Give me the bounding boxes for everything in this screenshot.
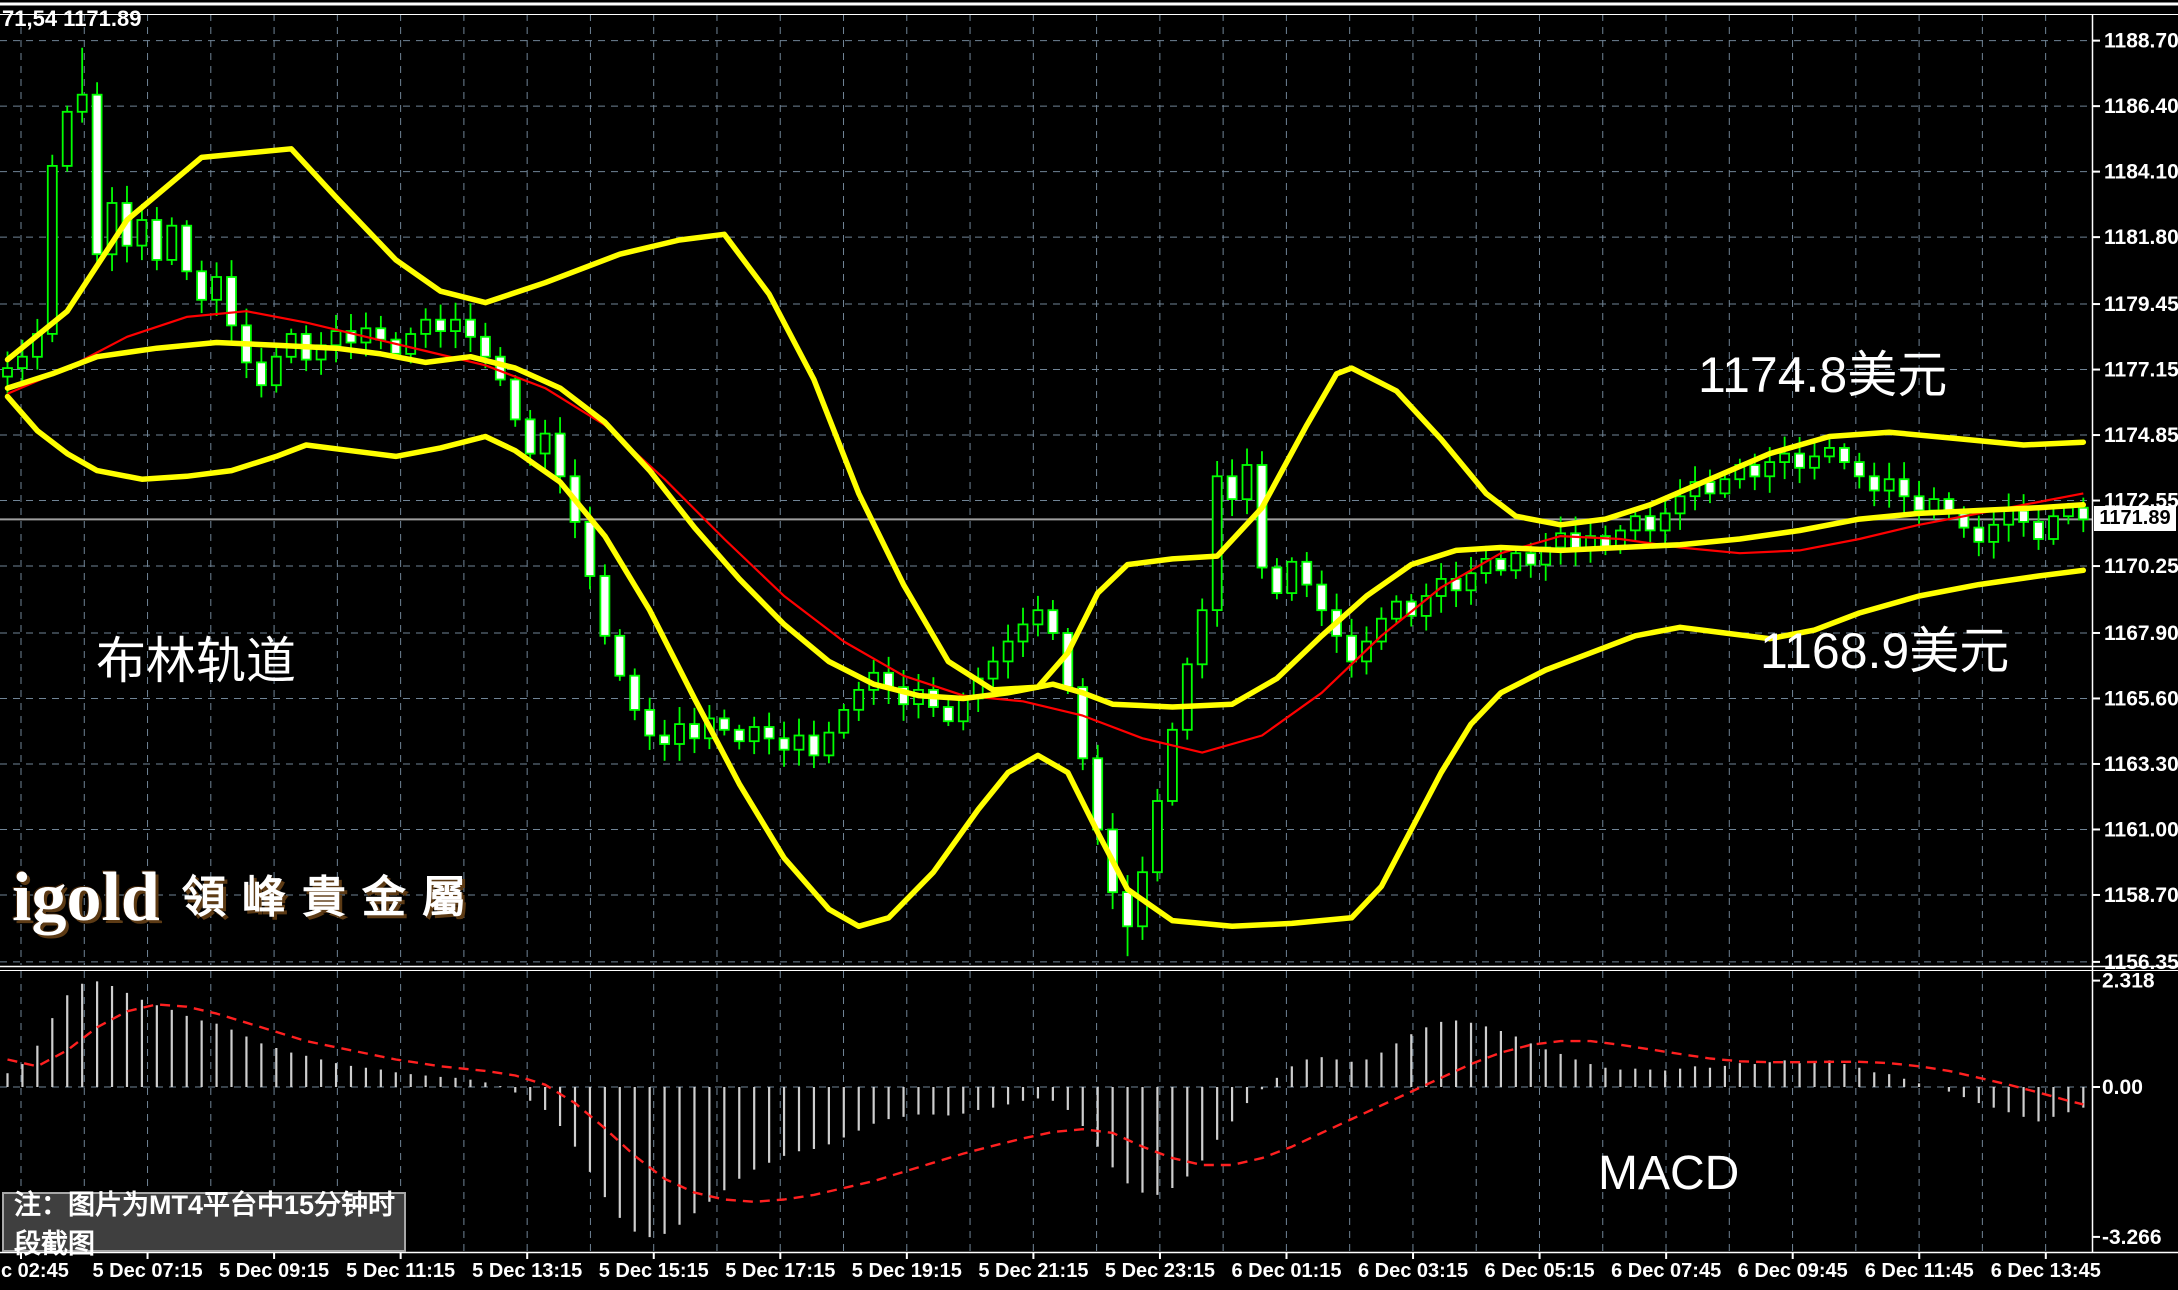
ohlc-readout: 71,54 1171.89 <box>2 8 141 30</box>
time-tick-label: 5 Dec 17:15 <box>725 1260 835 1282</box>
price-tick-label: 1161.00 <box>2104 818 2178 841</box>
time-tick-label: 6 Dec 03:15 <box>1358 1260 1468 1282</box>
price-tick-label: 1163.30 <box>2104 753 2178 776</box>
time-tick-label: 5 Dec 13:15 <box>472 1260 582 1282</box>
note-text: 注：图片为MT4平台中15分钟时段截图 <box>14 1183 404 1261</box>
bollinger-upper-band <box>8 149 2084 690</box>
price-tick-label: 1165.60 <box>2104 687 2178 710</box>
price-axis[interactable]: 1188.70 1186.40 1184.10 1181.80 1179.45 1177.… <box>2092 30 2178 974</box>
current-price-tag: 1171.89 <box>2094 506 2176 531</box>
time-tick-label: 5 Dec 11:15 <box>346 1260 455 1282</box>
time-tick-label: 5 Dec 23:15 <box>1105 1260 1215 1282</box>
igold-logo-latin: igold <box>12 859 160 936</box>
price-tick-label: 1181.80 <box>2104 226 2178 249</box>
time-tick-label: 6 Dec 05:15 <box>1485 1260 1595 1282</box>
macd-axis[interactable]: 2.318 0.00 -3.266 <box>2092 970 2162 1249</box>
time-tick-label: c 02:45 <box>1 1260 69 1282</box>
bollinger-band-annotation: 布林轨道 <box>96 636 296 686</box>
time-tick-label: 5 Dec 19:15 <box>852 1260 962 1282</box>
time-tick-label: 6 Dec 01:15 <box>1231 1260 1341 1282</box>
time-tick-label: 5 Dec 21:15 <box>978 1260 1088 1282</box>
time-tick-label: 6 Dec 13:45 <box>1991 1260 2101 1282</box>
lower-band-price-annotation: 1168.9美元 <box>1760 626 2009 676</box>
price-tick-label: 1184.10 <box>2104 161 2178 184</box>
time-tick-label: 5 Dec 09:15 <box>219 1260 329 1282</box>
time-tick-label: 5 Dec 15:15 <box>599 1260 709 1282</box>
time-tick-label: 5 Dec 07:15 <box>93 1260 203 1282</box>
price-tick-label: 1188.70 <box>2104 30 2178 53</box>
price-tick-label: 1167.90 <box>2104 622 2178 645</box>
igold-logo: igold 領峰貴金屬 <box>12 858 482 938</box>
time-tick-label: 6 Dec 07:45 <box>1611 1260 1721 1282</box>
macd-tick-label: 0.00 <box>2102 1076 2143 1099</box>
price-tick-label: 1174.85 <box>2104 424 2178 447</box>
time-tick-label: 6 Dec 09:45 <box>1738 1260 1848 1282</box>
macd-tick-label: 2.318 <box>2102 970 2155 993</box>
mt4-chart-window: 1188.70 1186.40 1184.10 1181.80 1179.45 1177.… <box>0 0 2178 1290</box>
price-tick-label: 1177.15 <box>2104 359 2178 382</box>
macd-indicator-annotation: MACD <box>1598 1150 1739 1198</box>
price-tick-label: 1158.70 <box>2104 884 2178 907</box>
price-tick-label: 1186.40 <box>2104 95 2178 118</box>
upper-band-price-annotation: 1174.8美元 <box>1698 350 1947 400</box>
note-box: 注：图片为MT4平台中15分钟时段截图 <box>2 1192 406 1252</box>
igold-logo-chinese: 領峰貴金屬 <box>182 873 482 922</box>
macd-signal-line <box>8 1004 2084 1201</box>
price-tick-label: 1179.45 <box>2104 293 2178 316</box>
candles <box>3 48 2088 956</box>
price-tick-label: 1170.25 <box>2104 555 2178 578</box>
time-tick-label: 6 Dec 11:45 <box>1865 1260 1974 1282</box>
macd-tick-label: -3.266 <box>2102 1226 2162 1249</box>
